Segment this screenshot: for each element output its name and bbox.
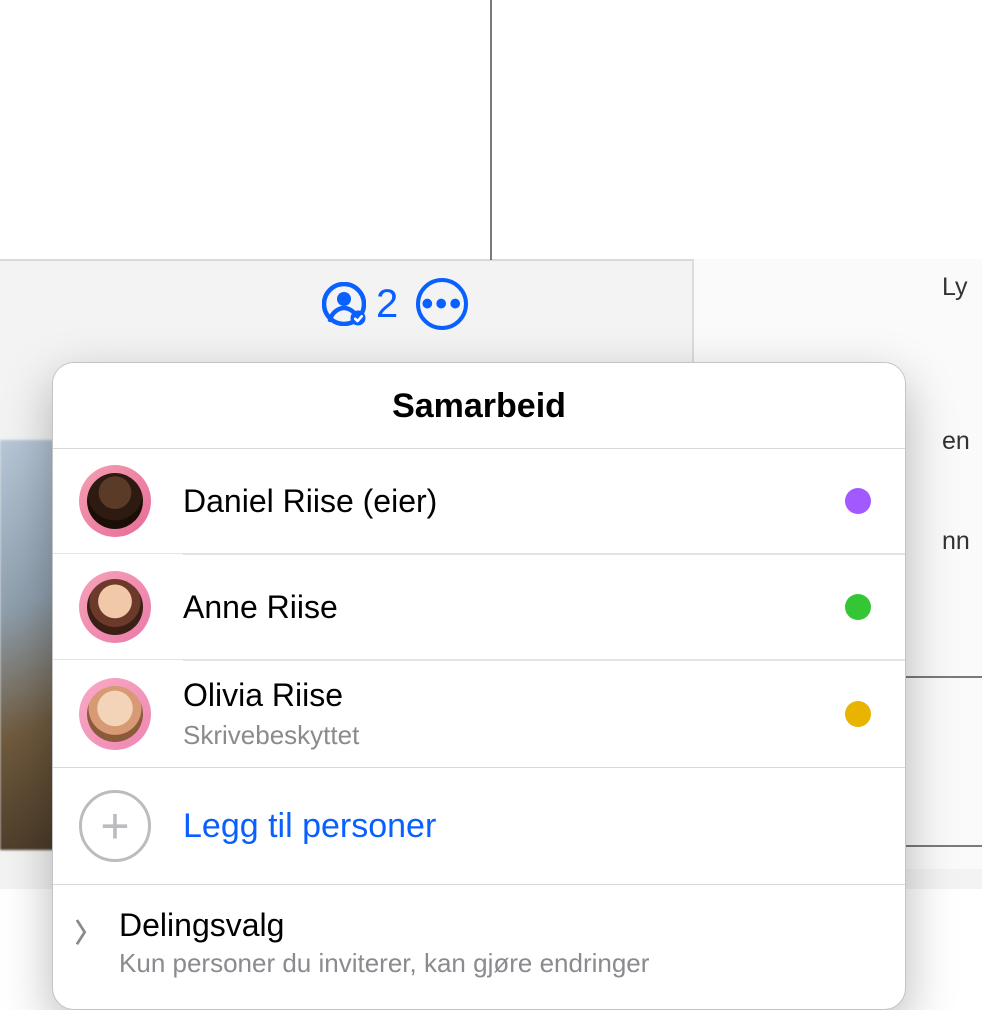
avatar xyxy=(79,678,151,750)
sharing-options-row[interactable]: 〉 Delingsvalg Kun personer du inviterer,… xyxy=(53,885,905,1009)
person-icon xyxy=(322,282,366,326)
collaborator-name: Daniel Riise (eier) xyxy=(183,483,437,520)
collaborator-name: Olivia Riise xyxy=(183,677,359,714)
add-people-button[interactable]: + Legg til personer xyxy=(53,767,905,885)
sidebar-tab-label[interactable]: Ly xyxy=(942,273,967,302)
collaborator-row[interactable]: Daniel Riise (eier) xyxy=(53,449,905,554)
add-people-label: Legg til personer xyxy=(183,807,436,846)
status-dot xyxy=(845,488,871,514)
avatar xyxy=(79,465,151,537)
collaborator-row[interactable]: Anne Riise xyxy=(53,555,905,660)
collaborator-row[interactable]: Olivia Riise Skrivebeskyttet xyxy=(53,661,905,767)
chevron-right-icon: 〉 xyxy=(75,913,101,950)
sidebar-text-fragment: en xyxy=(942,427,970,456)
avatar xyxy=(79,571,151,643)
status-dot xyxy=(845,701,871,727)
more-button[interactable]: ••• xyxy=(416,278,468,330)
collaborators-button[interactable]: 2 xyxy=(322,282,398,327)
status-dot xyxy=(845,594,871,620)
document-thumbnail xyxy=(0,440,60,850)
callout-line xyxy=(490,0,492,260)
plus-icon: + xyxy=(79,790,151,862)
collaborator-count: 2 xyxy=(376,282,398,327)
sharing-options-subtitle: Kun personer du inviterer, kan gjøre end… xyxy=(119,948,649,979)
ellipsis-icon: ••• xyxy=(421,287,463,321)
popup-title: Samarbeid xyxy=(53,363,905,449)
sidebar-text-fragment: nn xyxy=(942,527,970,556)
collaboration-toolbar: 2 ••• xyxy=(322,261,468,347)
collaborator-name: Anne Riise xyxy=(183,589,338,626)
sharing-options-title: Delingsvalg xyxy=(119,907,649,944)
collaboration-popup: Samarbeid Daniel Riise (eier) Anne Riise xyxy=(52,362,906,1010)
collaborator-permission: Skrivebeskyttet xyxy=(183,720,359,751)
